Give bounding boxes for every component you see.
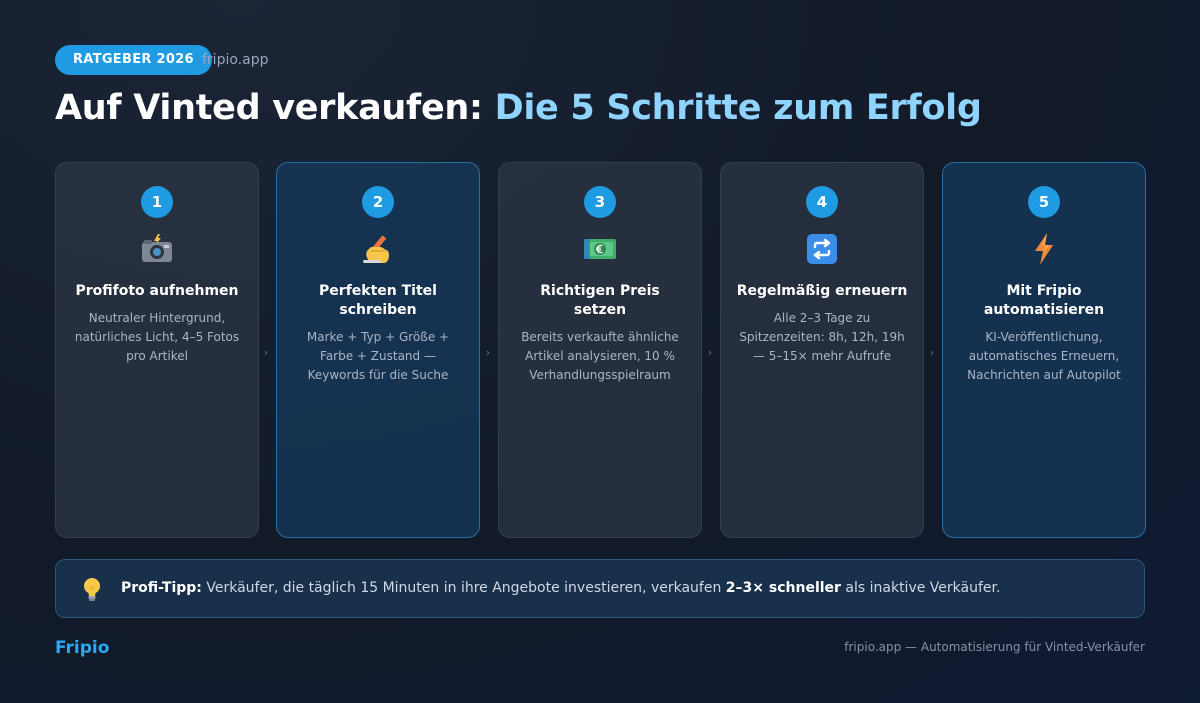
step-number: 1 [141, 186, 173, 218]
step-number: 2 [362, 186, 394, 218]
arrow-separator-2: › [485, 346, 491, 359]
steps-row: 1 Profifoto aufnehmen Neutraler Hintergr… [55, 162, 1146, 538]
step-number: 3 [584, 186, 616, 218]
camera-flash-icon [56, 232, 258, 266]
pro-tip-box: Profi-Tipp: Verkäufer, die täglich 15 Mi… [55, 559, 1145, 618]
step-title: Regelmäßig erneuern [736, 283, 908, 299]
step-title: Richtigen Preis setzen [540, 283, 660, 318]
site-url[interactable]: fripio.app [202, 52, 268, 68]
step-title: Profifoto aufnehmen [75, 283, 239, 299]
tip-text: Profi-Tipp: Verkäufer, die täglich 15 Mi… [121, 580, 1000, 596]
arrow-separator-3: › [707, 346, 713, 359]
arrow-separator-4: › [929, 346, 935, 359]
step-description: Neutraler Hintergrund, natürliches Licht… [74, 311, 240, 363]
tip-label: Profi-Tipp: [121, 580, 202, 596]
tip-text-after: als inaktive Verkäufer. [840, 580, 1001, 596]
step-description: KI-Veröffentlichung, automatisches Erneu… [967, 330, 1121, 382]
step-title: Mit Fripio automatisieren [983, 283, 1105, 318]
step-description: Bereits verkaufte ähnliche Artikel analy… [521, 330, 679, 382]
step-card-4: 4 Regelmäßig erneuern Alle 2–3 Tage zu S… [720, 162, 924, 538]
page-title: Auf Vinted verkaufen: Die 5 Schritte zum… [55, 88, 982, 128]
step-description: Alle 2–3 Tage zu Spitzenzeiten: 8h, 12h,… [739, 311, 905, 363]
footer-tagline: fripio.app — Automatisierung für Vinted-… [844, 640, 1145, 654]
title-accent: Die 5 Schritte zum Erfolg [494, 88, 982, 128]
repeat-icon [721, 232, 923, 266]
step-card-5: 5 Mit Fripio automatisieren KI-Veröffent… [942, 162, 1146, 538]
tip-text-before: Verkäufer, die täglich 15 Minuten in ihr… [201, 580, 726, 596]
footer-brand-logo: Fripio [55, 638, 110, 658]
step-card-1: 1 Profifoto aufnehmen Neutraler Hintergr… [55, 162, 259, 538]
tip-highlight: 2–3× schneller [725, 580, 841, 596]
step-number: 5 [1028, 186, 1060, 218]
step-card-2: 2 Perfekten Titel schreiben Marke + Typ … [276, 162, 480, 538]
arrow-separator-1: › [263, 346, 269, 359]
title-main: Auf Vinted verkaufen: [55, 88, 495, 128]
guide-badge: RATGEBER 2026 [55, 45, 212, 75]
step-card-3: 3 Richtigen Preis setzen Bereits verkauf… [498, 162, 702, 538]
step-title: Perfekten Titel schreiben [319, 283, 437, 318]
step-description: Marke + Typ + Größe + Farbe + Zustand — … [306, 330, 450, 382]
lightbulb-icon [82, 577, 102, 607]
euro-banknote-icon [499, 232, 701, 266]
lightning-icon [943, 232, 1145, 266]
writing-hand-icon [277, 232, 479, 266]
step-number: 4 [806, 186, 838, 218]
